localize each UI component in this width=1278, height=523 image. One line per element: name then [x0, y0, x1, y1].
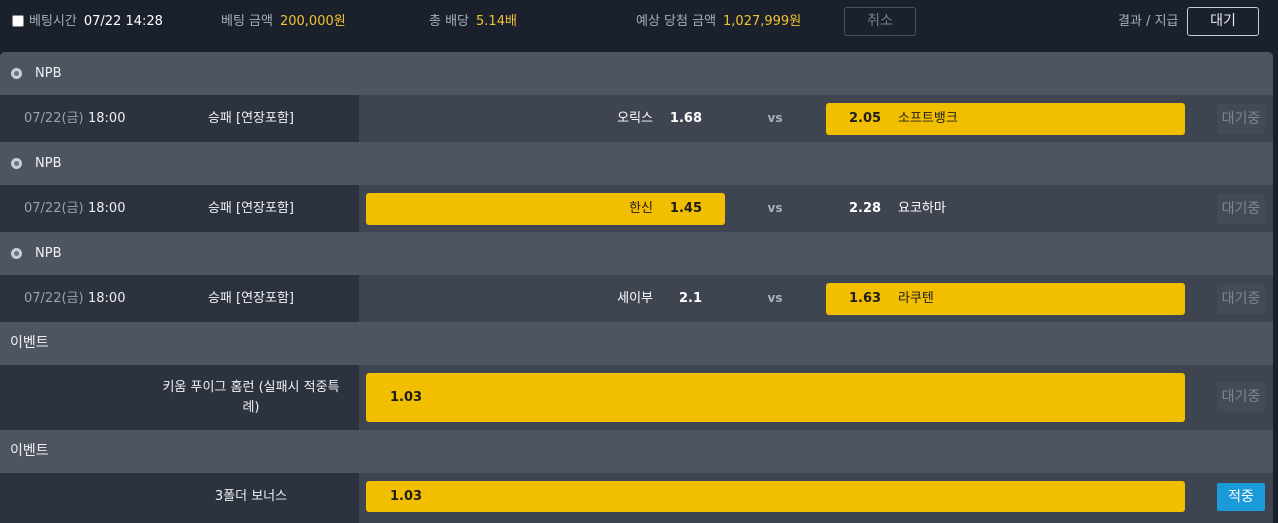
league-header: NPB [0, 142, 1273, 185]
bet-type-label: 승패 [연장포함] [207, 201, 295, 216]
event-name: 키움 푸이그 홈런 (실패시 적중특 례) [151, 378, 351, 418]
away-odds-option[interactable]: 2.28 요코하마 [826, 193, 1185, 225]
away-odds: 1.63 [849, 291, 882, 306]
match-row: 07/22(금) 18:00 승패 [연장포함] 오릭스 1.68 vs 2.0… [0, 95, 1273, 142]
bet-amount: 베팅 금액 200,000원 [221, 13, 346, 31]
bet-type: 승패 [연장포함] [143, 275, 359, 322]
event-header: 이벤트 [0, 322, 1273, 365]
league-name: NPB [35, 156, 62, 171]
away-odds: 2.05 [849, 111, 882, 126]
cancel-button[interactable]: 취소 [844, 7, 916, 36]
select-checkbox[interactable] [12, 15, 24, 27]
bet-type: 승패 [연장포함] [143, 185, 359, 232]
expected-win-label: 예상 당첨 금액 [636, 14, 717, 29]
event-odds: 1.03 [390, 489, 423, 504]
bet-time: 베팅시간 07/22 14:28 [29, 13, 163, 31]
event-name-line2: 례) [242, 400, 260, 415]
away-team: 라쿠텐 [898, 291, 934, 306]
bet-type-label: 승패 [연장포함] [207, 291, 295, 306]
event-name: 3폴더 보너스 [214, 489, 288, 504]
status-badge: 대기중 [1217, 284, 1265, 314]
baseball-icon [11, 158, 22, 169]
baseball-icon [11, 68, 22, 79]
match-row: 07/22(금) 18:00 승패 [연장포함] 세이부 2.1 vs 1.63… [0, 275, 1273, 322]
expected-win: 예상 당첨 금액 1,027,999원 [636, 13, 801, 31]
home-odds-option[interactable]: 오릭스 1.68 [366, 103, 725, 135]
bet-type: 승패 [연장포함] [143, 95, 359, 142]
expected-win-value: 1,027,999원 [723, 14, 802, 29]
vs-label: vs [767, 111, 783, 125]
result-label-text: 결과 / 지급 [1118, 14, 1179, 29]
event-section-title: 이벤트 [10, 335, 49, 351]
match-time: 18:00 [88, 291, 126, 306]
status-badge-hit: 적중 [1217, 483, 1265, 511]
status-badge: 대기중 [1217, 104, 1265, 134]
event-row: 3폴더 보너스 1.03 적중 [0, 473, 1273, 523]
away-odds: 2.28 [849, 201, 882, 216]
home-odds-option[interactable]: 세이부 2.1 [366, 283, 725, 315]
event-header: 이벤트 [0, 430, 1273, 473]
event-row: 키움 푸이그 홈런 (실패시 적중특 례) 1.03 대기중 [0, 365, 1273, 430]
bet-time-label: 베팅시간 [29, 14, 77, 29]
league-header: NPB [0, 232, 1273, 275]
event-empty-cell [0, 365, 143, 430]
match-datetime: 07/22(금) 18:00 [0, 275, 143, 322]
league-header: NPB [0, 52, 1273, 95]
bet-type-label: 승패 [연장포함] [207, 111, 295, 126]
event-odds-option-selected[interactable]: 1.03 [366, 481, 1185, 512]
result-status-button[interactable]: 대기 [1187, 7, 1259, 36]
total-odds: 총 배당 5.14배 [429, 13, 517, 31]
home-team: 오릭스 [617, 111, 653, 126]
vs-label: vs [767, 291, 783, 305]
away-team: 소프트뱅크 [898, 111, 958, 126]
vs-label: vs [767, 201, 783, 215]
event-odds: 1.03 [390, 390, 423, 405]
status-badge: 대기중 [1217, 194, 1265, 224]
league-name: NPB [35, 246, 62, 261]
event-odds-option-selected[interactable]: 1.03 [366, 373, 1185, 422]
event-name-line1: 키움 푸이그 홈런 (실패시 적중특 [162, 380, 340, 395]
bet-summary-bar: 베팅시간 07/22 14:28 베팅 금액 200,000원 총 배당 5.14배 … [0, 0, 1278, 44]
match-time: 18:00 [88, 111, 126, 126]
bet-detail-panel: NPB 07/22(금) 18:00 승패 [연장포함] 오릭스 1.68 vs… [0, 52, 1273, 523]
home-team: 한신 [629, 201, 653, 216]
status-badge: 대기중 [1217, 382, 1265, 412]
home-odds: 1.68 [669, 111, 702, 126]
event-name-cell: 키움 푸이그 홈런 (실패시 적중특 례) [143, 365, 359, 430]
bet-amount-value: 200,000원 [279, 14, 346, 29]
event-section-title: 이벤트 [10, 443, 49, 459]
match-datetime: 07/22(금) 18:00 [0, 95, 143, 142]
baseball-icon [11, 248, 22, 259]
result-label: 결과 / 지급 [1118, 13, 1179, 31]
home-odds: 1.45 [669, 201, 702, 216]
total-odds-label: 총 배당 [429, 14, 470, 29]
match-row: 07/22(금) 18:00 승패 [연장포함] 한신 1.45 vs 2.28… [0, 185, 1273, 232]
league-name: NPB [35, 66, 62, 81]
home-odds: 2.1 [678, 291, 702, 306]
away-team: 요코하마 [898, 201, 946, 216]
match-datetime: 07/22(금) 18:00 [0, 185, 143, 232]
match-date: 07/22(금) [24, 201, 84, 216]
bet-amount-label: 베팅 금액 [221, 14, 273, 29]
away-odds-option-selected[interactable]: 2.05 소프트뱅크 [826, 103, 1185, 135]
event-name-cell: 3폴더 보너스 [0, 473, 359, 523]
match-date: 07/22(금) [24, 291, 84, 306]
bet-time-value: 07/22 14:28 [83, 14, 163, 29]
home-odds-option-selected[interactable]: 한신 1.45 [366, 193, 725, 225]
match-time: 18:00 [88, 201, 126, 216]
match-date: 07/22(금) [24, 111, 84, 126]
away-odds-option-selected[interactable]: 1.63 라쿠텐 [826, 283, 1185, 315]
home-team: 세이부 [617, 291, 653, 306]
total-odds-value: 5.14배 [476, 14, 517, 29]
